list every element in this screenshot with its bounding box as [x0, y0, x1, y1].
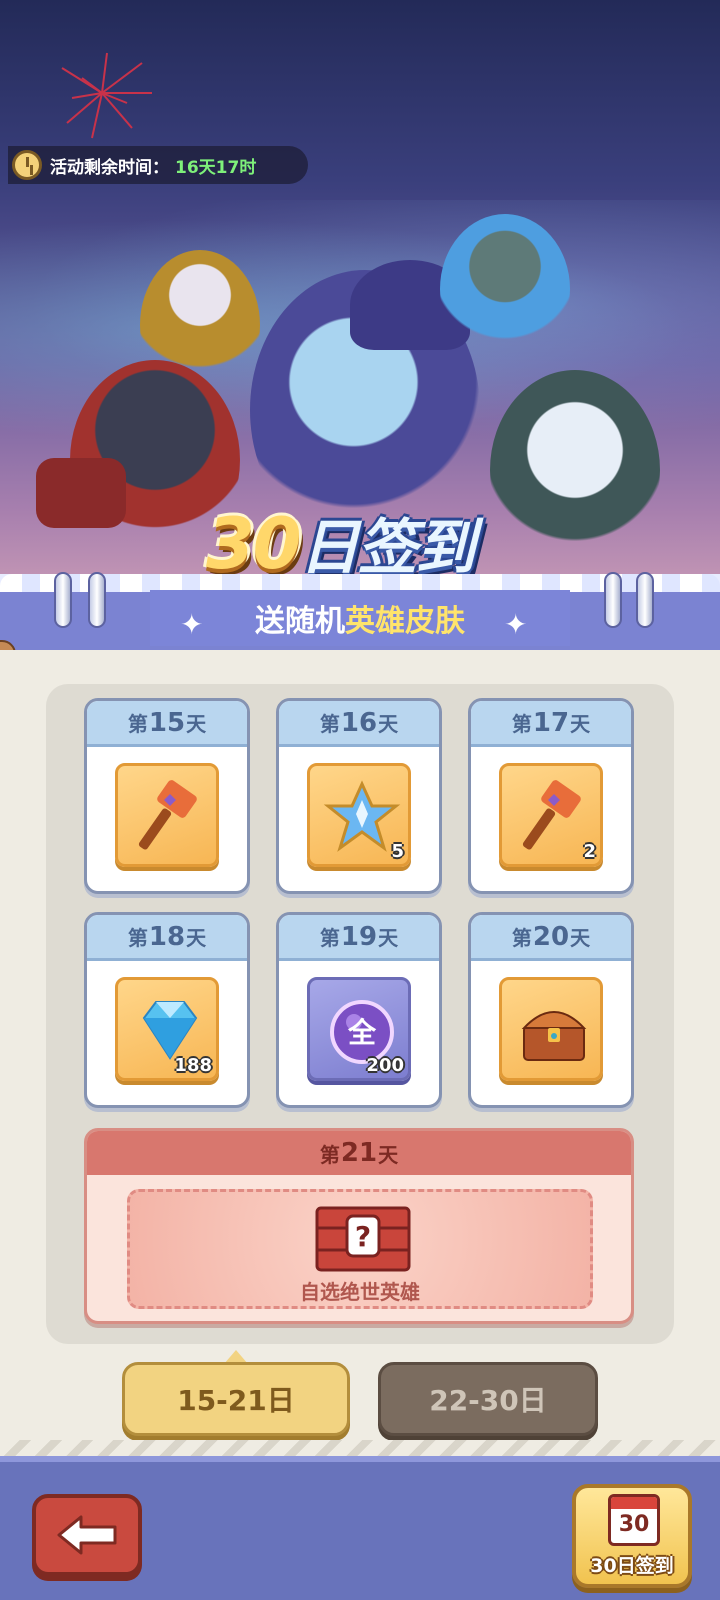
svg-text:全: 全	[347, 1016, 377, 1049]
hammer-icon	[522, 780, 581, 850]
day-header: 第 20 天	[471, 915, 631, 961]
day-card-18[interactable]: 第 18 天 188	[84, 912, 250, 1108]
timer-label: 活动剩余时间：	[50, 157, 169, 178]
subtitle-highlight: 英雄皮肤	[345, 604, 465, 639]
day-card-20[interactable]: 第 20 天	[468, 912, 634, 1108]
day-header: 第 18 天	[87, 915, 247, 961]
axe-hero-art	[490, 370, 660, 570]
calendar-icon: 30	[608, 1494, 660, 1546]
peg-right-2	[636, 572, 654, 628]
panel-bottom-edge	[0, 1440, 720, 1462]
cannon-art	[36, 458, 126, 528]
reward-count: 2	[583, 841, 596, 862]
day-card-15[interactable]: 第 15 天	[84, 698, 250, 894]
30-day-signin-button[interactable]: 30 30日签到	[572, 1484, 692, 1588]
day-header: 第 15 天	[87, 701, 247, 747]
tab-15-21[interactable]: 15-21日	[122, 1362, 350, 1436]
day-header: 第 19 天	[279, 915, 439, 961]
grand-reward-label: 自选绝世英雄	[300, 1280, 420, 1304]
title-text: 日签到	[299, 513, 475, 583]
blue-star-icon	[323, 780, 401, 852]
sea-hero-art	[440, 214, 570, 364]
subtitle-text: 送随机英雄皮肤	[255, 604, 465, 639]
reward-slot: 5	[307, 763, 411, 867]
tab-22-30[interactable]: 22-30日	[378, 1362, 598, 1436]
signin-label: 30日签到	[590, 1555, 674, 1577]
sparkle-icon: ✦	[180, 608, 204, 641]
title-number: 30	[206, 503, 301, 585]
reward-slot: 2	[499, 763, 603, 867]
reward-slot	[499, 977, 603, 1081]
reward-count: 188	[174, 1055, 212, 1076]
day-card-16[interactable]: 第 16 天 5	[276, 698, 442, 894]
treasure-chest-icon	[521, 1011, 587, 1061]
golden-warrior-art	[140, 250, 260, 400]
day-header: 第 16 天	[279, 701, 439, 747]
day-header: 第 21 天	[87, 1131, 631, 1175]
day-card-17[interactable]: 第 17 天 2	[468, 698, 634, 894]
day-card-19[interactable]: 第 19 天 全 200	[276, 912, 442, 1108]
clock-icon	[12, 150, 42, 180]
reward-count: 5	[391, 841, 404, 862]
arrow-left-icon	[57, 1515, 117, 1555]
hero-banner: 活动剩余时间： 16天17时 30日签到	[0, 0, 720, 600]
firework-icon	[61, 52, 152, 139]
event-timer: 活动剩余时间： 16天17时	[8, 146, 308, 184]
svg-text:?: ?	[355, 1220, 371, 1253]
reward-slot: 188	[115, 977, 219, 1081]
back-button[interactable]	[32, 1494, 142, 1576]
mystery-chest-icon: ?	[315, 1206, 411, 1272]
grand-reward-slot: ? 自选绝世英雄	[127, 1189, 593, 1309]
day-header: 第 17 天	[471, 701, 631, 747]
sparkle-icon: ✦	[504, 608, 528, 641]
peg-left-2	[88, 572, 106, 628]
peg-left-1	[54, 572, 72, 628]
reward-slot	[115, 763, 219, 867]
reward-count: 200	[366, 1055, 404, 1076]
hammer-icon	[138, 780, 197, 850]
timer-value: 16天17时	[175, 157, 257, 178]
day-card-21[interactable]: 第 21 天 ? 自选绝世英雄	[84, 1128, 634, 1324]
reward-slot: 全 200	[307, 977, 411, 1081]
peg-right-1	[604, 572, 622, 628]
